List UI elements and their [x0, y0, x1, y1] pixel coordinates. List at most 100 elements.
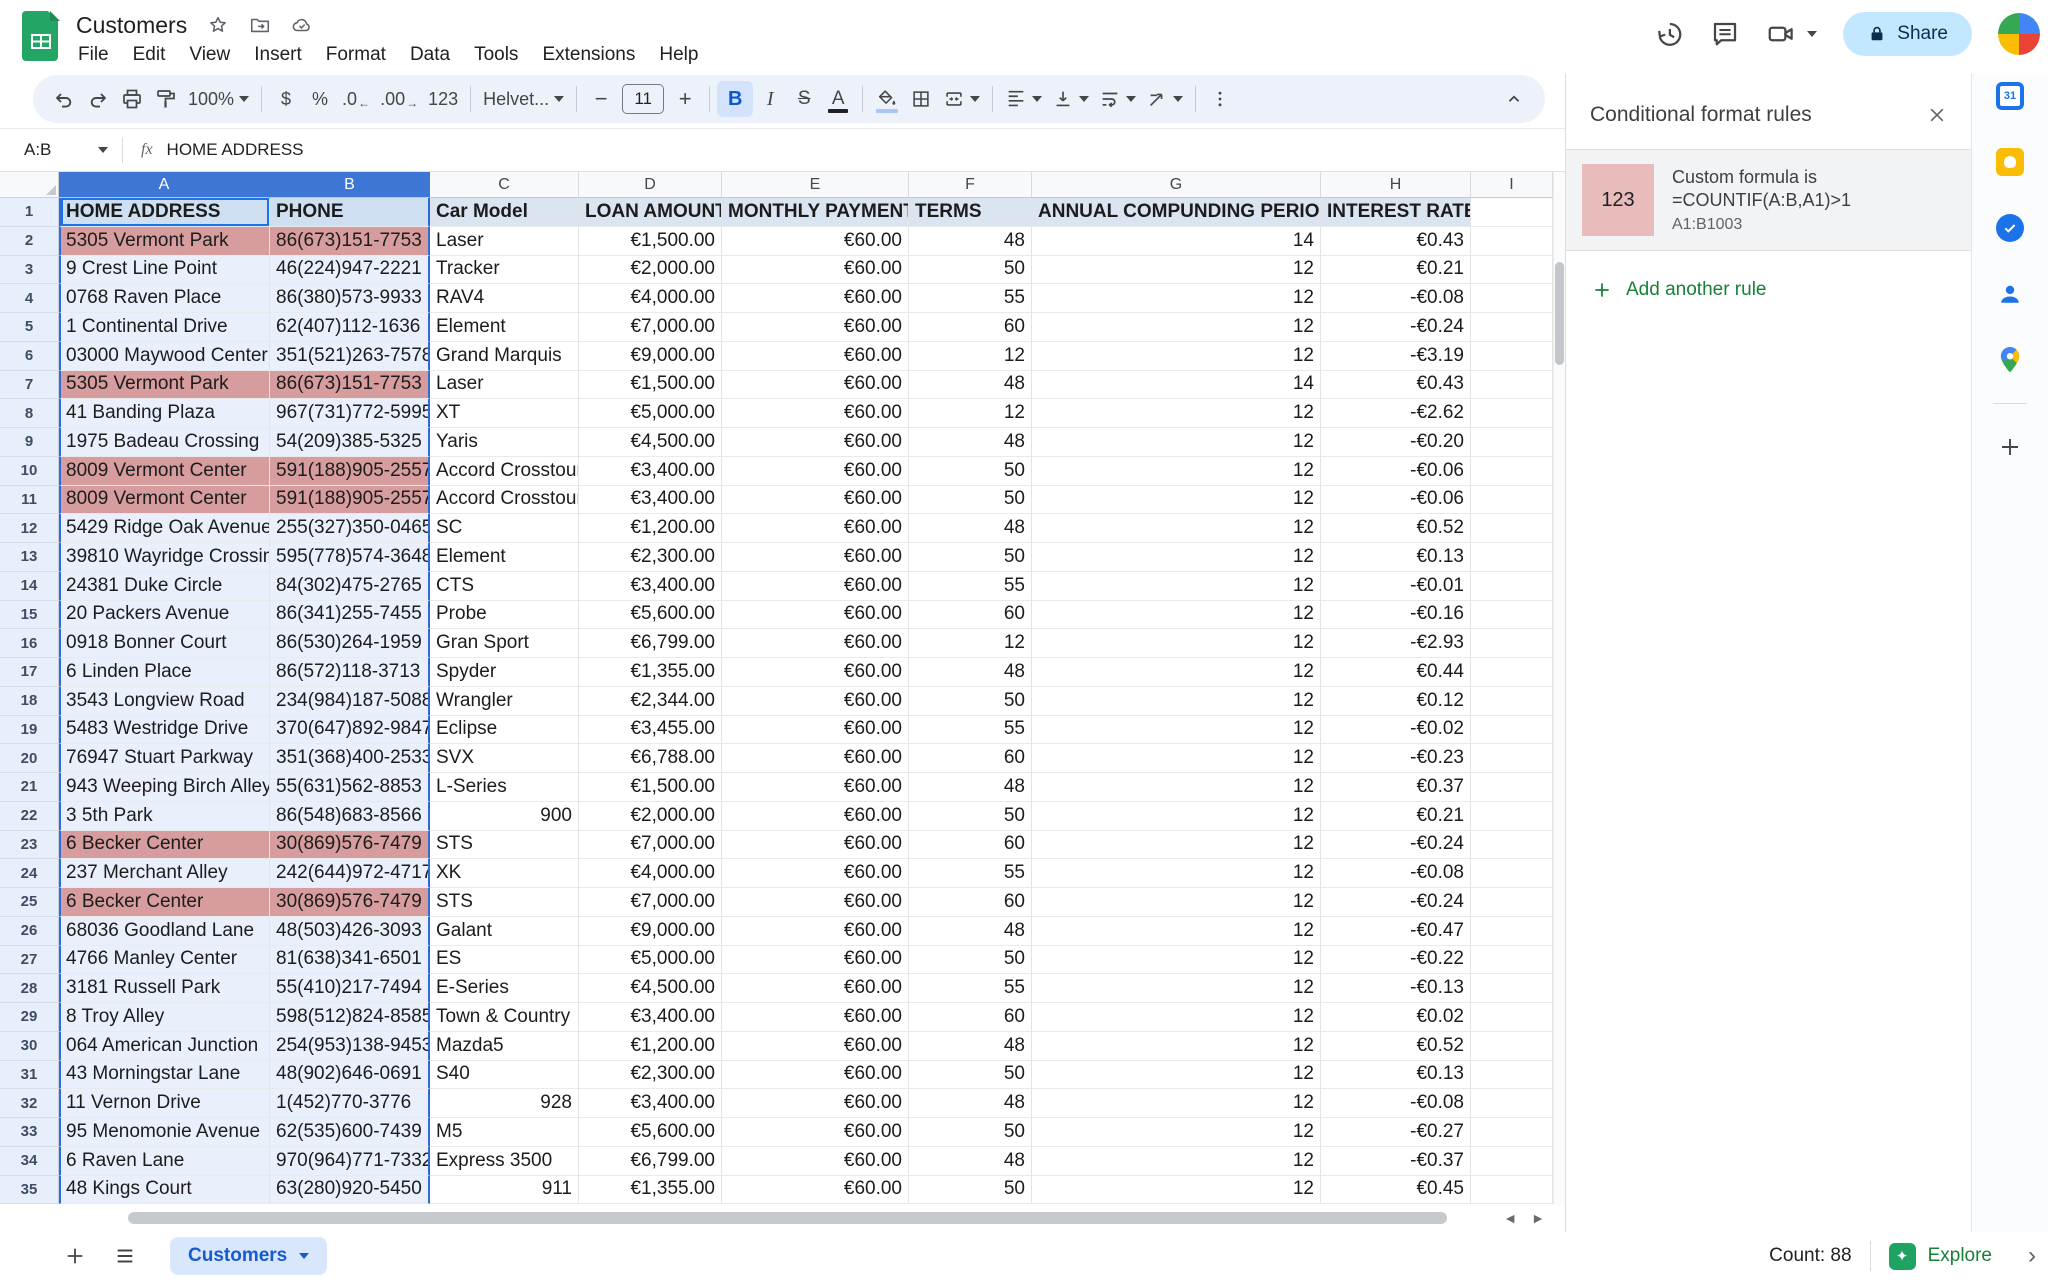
cell-A5[interactable]: 1 Continental Drive [59, 313, 270, 342]
bold-button[interactable]: B [717, 81, 753, 117]
cell-G28[interactable]: 12 [1032, 974, 1321, 1003]
cell-E2[interactable]: €60.00 [722, 227, 909, 256]
redo-button[interactable] [81, 81, 115, 117]
cell-D14[interactable]: €3,400.00 [579, 572, 722, 601]
cell-F17[interactable]: 48 [909, 658, 1032, 687]
cell-F2[interactable]: 48 [909, 227, 1032, 256]
cell-F24[interactable]: 55 [909, 859, 1032, 888]
row-header-10[interactable]: 10 [0, 457, 59, 486]
fill-color-button[interactable] [870, 81, 904, 117]
cell-B30[interactable]: 254(953)138-9453 [270, 1032, 430, 1061]
cell-E20[interactable]: €60.00 [722, 744, 909, 773]
cell-H24[interactable]: -€0.08 [1321, 859, 1471, 888]
row-header-8[interactable]: 8 [0, 399, 59, 428]
column-header-I[interactable]: I [1471, 172, 1553, 198]
cell-H10[interactable]: -€0.06 [1321, 457, 1471, 486]
cell-I9[interactable] [1471, 428, 1553, 457]
cell-I34[interactable] [1471, 1147, 1553, 1176]
cell-I10[interactable] [1471, 457, 1553, 486]
cell-A7[interactable]: 5305 Vermont Park [59, 371, 270, 400]
cell-C25[interactable]: STS [430, 888, 579, 917]
cell-I13[interactable] [1471, 543, 1553, 572]
cell-C34[interactable]: Express 3500 [430, 1147, 579, 1176]
horizontal-align-button[interactable] [1000, 81, 1047, 117]
meet-call-button[interactable] [1766, 19, 1817, 49]
add-another-rule-button[interactable]: Add another rule [1566, 251, 1971, 329]
cell-A30[interactable]: 064 American Junction [59, 1032, 270, 1061]
cell-B35[interactable]: 63(280)920-5450 [270, 1176, 430, 1205]
cell-D27[interactable]: €5,000.00 [579, 946, 722, 975]
cell-D33[interactable]: €5,600.00 [579, 1118, 722, 1147]
sheet-tab-customers[interactable]: Customers [170, 1237, 327, 1275]
cell-A4[interactable]: 0768 Raven Place [59, 284, 270, 313]
cell-C20[interactable]: SVX [430, 744, 579, 773]
cell-B6[interactable]: 351(521)263-7578 [270, 342, 430, 371]
row-header-11[interactable]: 11 [0, 486, 59, 515]
row-header-16[interactable]: 16 [0, 629, 59, 658]
cell-D19[interactable]: €3,455.00 [579, 716, 722, 745]
cell-D9[interactable]: €4,500.00 [579, 428, 722, 457]
row-header-3[interactable]: 3 [0, 256, 59, 285]
strikethrough-button[interactable]: S [787, 81, 821, 117]
selection-count[interactable]: Count: 88 [1769, 1245, 1851, 1267]
cell-F25[interactable]: 60 [909, 888, 1032, 917]
cell-C12[interactable]: SC [430, 514, 579, 543]
increase-decimal-button[interactable]: .00→ [375, 81, 423, 117]
cell-I35[interactable] [1471, 1176, 1553, 1205]
cell-C13[interactable]: Element [430, 543, 579, 572]
name-box[interactable]: A:B [0, 140, 118, 160]
cell-C1[interactable]: Car Model [430, 198, 579, 227]
cell-E5[interactable]: €60.00 [722, 313, 909, 342]
cell-A31[interactable]: 43 Morningstar Lane [59, 1061, 270, 1090]
cell-G26[interactable]: 12 [1032, 917, 1321, 946]
row-header-27[interactable]: 27 [0, 946, 59, 975]
row-header-31[interactable]: 31 [0, 1061, 59, 1090]
cell-F34[interactable]: 48 [909, 1147, 1032, 1176]
cell-A35[interactable]: 48 Kings Court [59, 1176, 270, 1205]
cell-B13[interactable]: 595(778)574-3648 [270, 543, 430, 572]
cell-H27[interactable]: -€0.22 [1321, 946, 1471, 975]
cell-F13[interactable]: 50 [909, 543, 1032, 572]
cell-B21[interactable]: 55(631)562-8853 [270, 773, 430, 802]
expand-side-panel-chevron[interactable]: › [2028, 1242, 2036, 1270]
close-panel-button[interactable] [1927, 105, 1947, 125]
cell-D7[interactable]: €1,500.00 [579, 371, 722, 400]
column-header-C[interactable]: C [430, 172, 579, 198]
row-header-23[interactable]: 23 [0, 831, 59, 860]
cell-G22[interactable]: 12 [1032, 802, 1321, 831]
cell-G6[interactable]: 12 [1032, 342, 1321, 371]
cell-I20[interactable] [1471, 744, 1553, 773]
cell-A18[interactable]: 3543 Longview Road [59, 687, 270, 716]
cell-E10[interactable]: €60.00 [722, 457, 909, 486]
column-header-F[interactable]: F [909, 172, 1032, 198]
cell-A34[interactable]: 6 Raven Lane [59, 1147, 270, 1176]
cell-G32[interactable]: 12 [1032, 1089, 1321, 1118]
cell-H12[interactable]: €0.52 [1321, 514, 1471, 543]
cell-C11[interactable]: Accord Crosstour [430, 486, 579, 515]
cell-B24[interactable]: 242(644)972-4717 [270, 859, 430, 888]
cell-H9[interactable]: -€0.20 [1321, 428, 1471, 457]
text-color-button[interactable]: A [821, 81, 855, 117]
more-toolbar-button[interactable] [1203, 81, 1237, 117]
cell-B32[interactable]: 1(452)770-3776 [270, 1089, 430, 1118]
cell-G4[interactable]: 12 [1032, 284, 1321, 313]
star-icon[interactable] [207, 14, 229, 36]
scroll-left-arrow[interactable]: ◄ [1503, 1210, 1517, 1226]
cell-A16[interactable]: 0918 Bonner Court [59, 629, 270, 658]
cell-C22[interactable]: 900 [430, 802, 579, 831]
cell-G29[interactable]: 12 [1032, 1003, 1321, 1032]
cell-G18[interactable]: 12 [1032, 687, 1321, 716]
cell-C15[interactable]: Probe [430, 601, 579, 630]
column-header-G[interactable]: G [1032, 172, 1321, 198]
cell-B26[interactable]: 48(503)426-3093 [270, 917, 430, 946]
column-header-D[interactable]: D [579, 172, 722, 198]
row-header-26[interactable]: 26 [0, 917, 59, 946]
cell-G2[interactable]: 14 [1032, 227, 1321, 256]
cell-F1[interactable]: TERMS [909, 198, 1032, 227]
cell-A25[interactable]: 6 Becker Center [59, 888, 270, 917]
menu-file[interactable]: File [68, 42, 119, 68]
explore-button[interactable]: ✦ Explore [1889, 1243, 1992, 1270]
cell-I32[interactable] [1471, 1089, 1553, 1118]
cell-D2[interactable]: €1,500.00 [579, 227, 722, 256]
cell-D35[interactable]: €1,355.00 [579, 1176, 722, 1205]
